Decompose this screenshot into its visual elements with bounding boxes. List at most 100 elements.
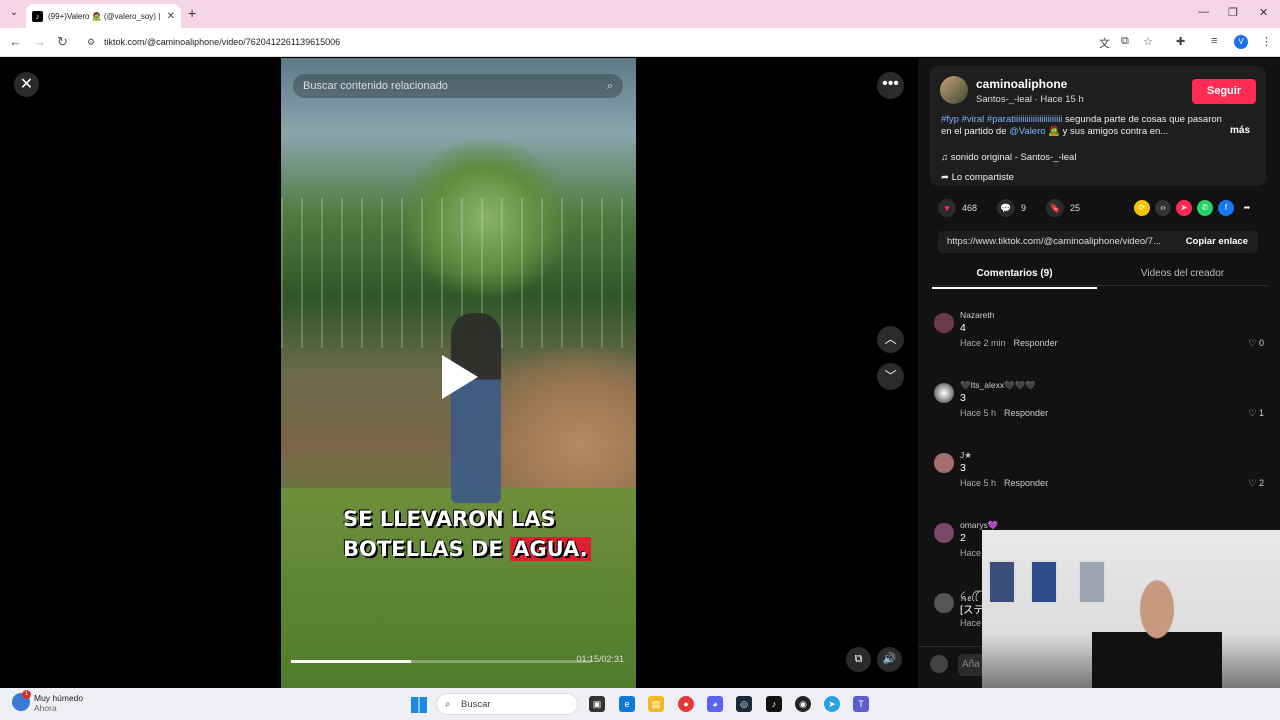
bookmark-icon[interactable]: 🔖 xyxy=(1046,199,1065,217)
music-label: sonido original - Santos-_-leal xyxy=(950,152,1077,163)
comment-meta: Hace xyxy=(960,548,981,558)
more-options-button[interactable]: ••• xyxy=(877,72,904,99)
obs-icon[interactable]: ◉ xyxy=(795,696,811,712)
task-view-icon[interactable]: ▣ xyxy=(589,696,605,712)
comment-username[interactable]: 🖤Its_alexx🖤🖤🖤 xyxy=(960,380,1036,391)
browser-tab[interactable]: ♪ (99+)Valero 🧟 (@valero_soy) | ✕ xyxy=(26,4,181,28)
forward-icon[interactable]: → xyxy=(33,34,46,49)
reply-button[interactable]: Responder xyxy=(1004,478,1048,488)
profile-avatar[interactable]: V xyxy=(1234,35,1248,49)
comment-text: [ステ xyxy=(960,604,984,616)
translate-icon[interactable]: 文 xyxy=(1099,35,1110,51)
steam-icon[interactable]: ◎ xyxy=(736,696,752,712)
follow-button[interactable]: Seguir xyxy=(1192,79,1256,104)
extensions-icon[interactable]: ✚ xyxy=(1176,35,1185,48)
tab-search-icon[interactable]: ⌄ xyxy=(6,5,22,21)
tab-creator-videos[interactable]: Videos del creador xyxy=(1100,268,1265,279)
video-player[interactable]: Buscar contenido relacionado ⌕ SE LLEVAR… xyxy=(281,58,636,688)
comment-avatar[interactable] xyxy=(934,313,954,333)
poster-shape xyxy=(988,560,1016,604)
tab-comments[interactable]: Comentarios (9) xyxy=(932,268,1097,289)
mention-link[interactable]: @Valero xyxy=(1009,126,1045,137)
comment-meta: Hace xyxy=(960,618,981,628)
caption-line-1: SE LLEVARON LAS xyxy=(343,507,556,531)
minimize-icon[interactable]: — xyxy=(1198,6,1209,18)
close-tab-icon[interactable]: ✕ xyxy=(167,11,175,22)
site-info-icon[interactable]: ⚙ xyxy=(87,32,95,53)
teams-icon[interactable]: T xyxy=(853,696,869,712)
address-bar[interactable]: ⚙ tiktok.com/@caminoaliphone/video/76204… xyxy=(78,32,1166,53)
start-icon[interactable] xyxy=(411,697,427,713)
restore-icon[interactable]: ❐ xyxy=(1228,6,1238,19)
my-avatar xyxy=(930,655,948,673)
poster-shape xyxy=(1030,560,1058,604)
reply-button[interactable]: Responder xyxy=(1014,338,1058,348)
file-explorer-icon[interactable]: ▤ xyxy=(648,696,664,712)
previous-video-button[interactable]: ︿ xyxy=(877,326,904,353)
comment-icon[interactable]: 💬 xyxy=(997,199,1016,217)
edge-icon[interactable]: e xyxy=(619,696,635,712)
bookmark-star-icon[interactable]: ☆ xyxy=(1143,35,1153,48)
related-search-input[interactable]: Buscar contenido relacionado ⌕ xyxy=(293,74,623,98)
whatsapp-icon[interactable]: ✆ xyxy=(1197,200,1213,216)
windows-taskbar: 1 Muy húmedo Ahora ⌕ Buscar ▣ e ▤ ● ◕ ◎ … xyxy=(0,688,1280,720)
music-link[interactable]: ♫ sonido original - Santos-_-leal xyxy=(941,152,1076,163)
window-close-icon[interactable]: ✕ xyxy=(1259,6,1268,19)
reply-button[interactable]: Responder xyxy=(1004,408,1048,418)
video-progress-fill xyxy=(291,660,411,663)
comment-username[interactable]: J★ xyxy=(960,450,972,461)
comment-like[interactable]: ♡ 2 xyxy=(1248,478,1264,489)
reload-icon[interactable]: ↻ xyxy=(57,34,68,50)
comment-avatar[interactable] xyxy=(934,593,954,613)
comment-avatar[interactable] xyxy=(934,523,954,543)
comment-item: 🖤Its_alexx🖤🖤🖤 3 Hace 5 h Responder ♡ 1 xyxy=(932,380,1268,440)
discord-icon[interactable]: ◕ xyxy=(707,696,723,712)
telegram-icon[interactable]: ➤ xyxy=(824,696,840,712)
send-icon[interactable]: ➤ xyxy=(1176,200,1192,216)
copy-link-button[interactable]: Copiar enlace xyxy=(1186,231,1248,253)
video-progress-bar[interactable] xyxy=(291,660,591,663)
chrome-icon[interactable]: ● xyxy=(678,696,694,712)
video-link-text: https://www.tiktok.com/@caminoaliphone/v… xyxy=(947,236,1161,247)
floating-player-icon[interactable]: ⧉ xyxy=(846,647,871,672)
tab-title: (99+)Valero 🧟 (@valero_soy) | xyxy=(48,11,161,21)
chrome-menu-icon[interactable]: ⋮ xyxy=(1261,35,1272,48)
author-username[interactable]: caminoaliphone xyxy=(976,77,1067,91)
comment-username[interactable]: Nazareth xyxy=(960,310,995,320)
more-text-button[interactable]: más xyxy=(1230,125,1250,136)
search-icon[interactable]: ⌕ xyxy=(607,74,613,98)
heart-icon[interactable]: ♥ xyxy=(938,199,956,217)
video-caption: SE LLEVARON LAS BOTELLAS DE AGUA. xyxy=(343,504,591,564)
author-subtitle: Santos-_-leal · Hace 15 h xyxy=(976,94,1084,105)
embed-icon[interactable]: ‹› xyxy=(1155,200,1171,216)
volume-icon[interactable]: 🔊 xyxy=(877,647,902,672)
comment-like[interactable]: ♡ 0 xyxy=(1248,338,1264,349)
back-icon[interactable]: ← xyxy=(9,34,22,49)
close-video-button[interactable]: ✕ xyxy=(14,72,39,97)
install-app-icon[interactable]: ⧉ xyxy=(1121,35,1129,48)
new-tab-icon[interactable]: + xyxy=(188,5,196,21)
play-icon[interactable] xyxy=(442,355,478,399)
share-more-icon[interactable]: ➦ xyxy=(1239,200,1255,216)
comment-time: Hace 5 h xyxy=(960,478,997,488)
repost-icon[interactable]: ⟳ xyxy=(1134,200,1150,216)
tiktok-studio-icon[interactable]: ♪ xyxy=(766,696,782,712)
weather-sub: Ahora xyxy=(34,703,57,713)
comment-avatar[interactable] xyxy=(934,383,954,403)
comment-like[interactable]: ♡ 1 xyxy=(1248,408,1264,419)
author-avatar[interactable] xyxy=(940,76,968,104)
media-control-icon[interactable]: ≡ xyxy=(1211,35,1217,47)
comments-count: 9 xyxy=(1021,203,1027,213)
video-time: 01:15/02:31 xyxy=(576,654,624,664)
related-search-placeholder: Buscar contenido relacionado xyxy=(303,80,448,92)
caption-line-2a: BOTELLAS DE xyxy=(343,537,511,561)
notification-badge: 1 xyxy=(22,690,31,699)
weather-widget[interactable]: 1 Muy húmedo Ahora xyxy=(12,690,83,713)
saves-count: 25 xyxy=(1070,203,1081,213)
comment-avatar[interactable] xyxy=(934,453,954,473)
facebook-icon[interactable]: f xyxy=(1218,200,1234,216)
hashtags[interactable]: #fyp #viral #paratiiiiiiiiiiiiiiiiiiiiii… xyxy=(941,114,1062,125)
taskbar-search[interactable]: ⌕ Buscar xyxy=(436,693,578,715)
next-video-button[interactable]: ﹀ xyxy=(877,363,904,390)
video-link-field[interactable]: https://www.tiktok.com/@caminoaliphone/v… xyxy=(938,231,1258,253)
